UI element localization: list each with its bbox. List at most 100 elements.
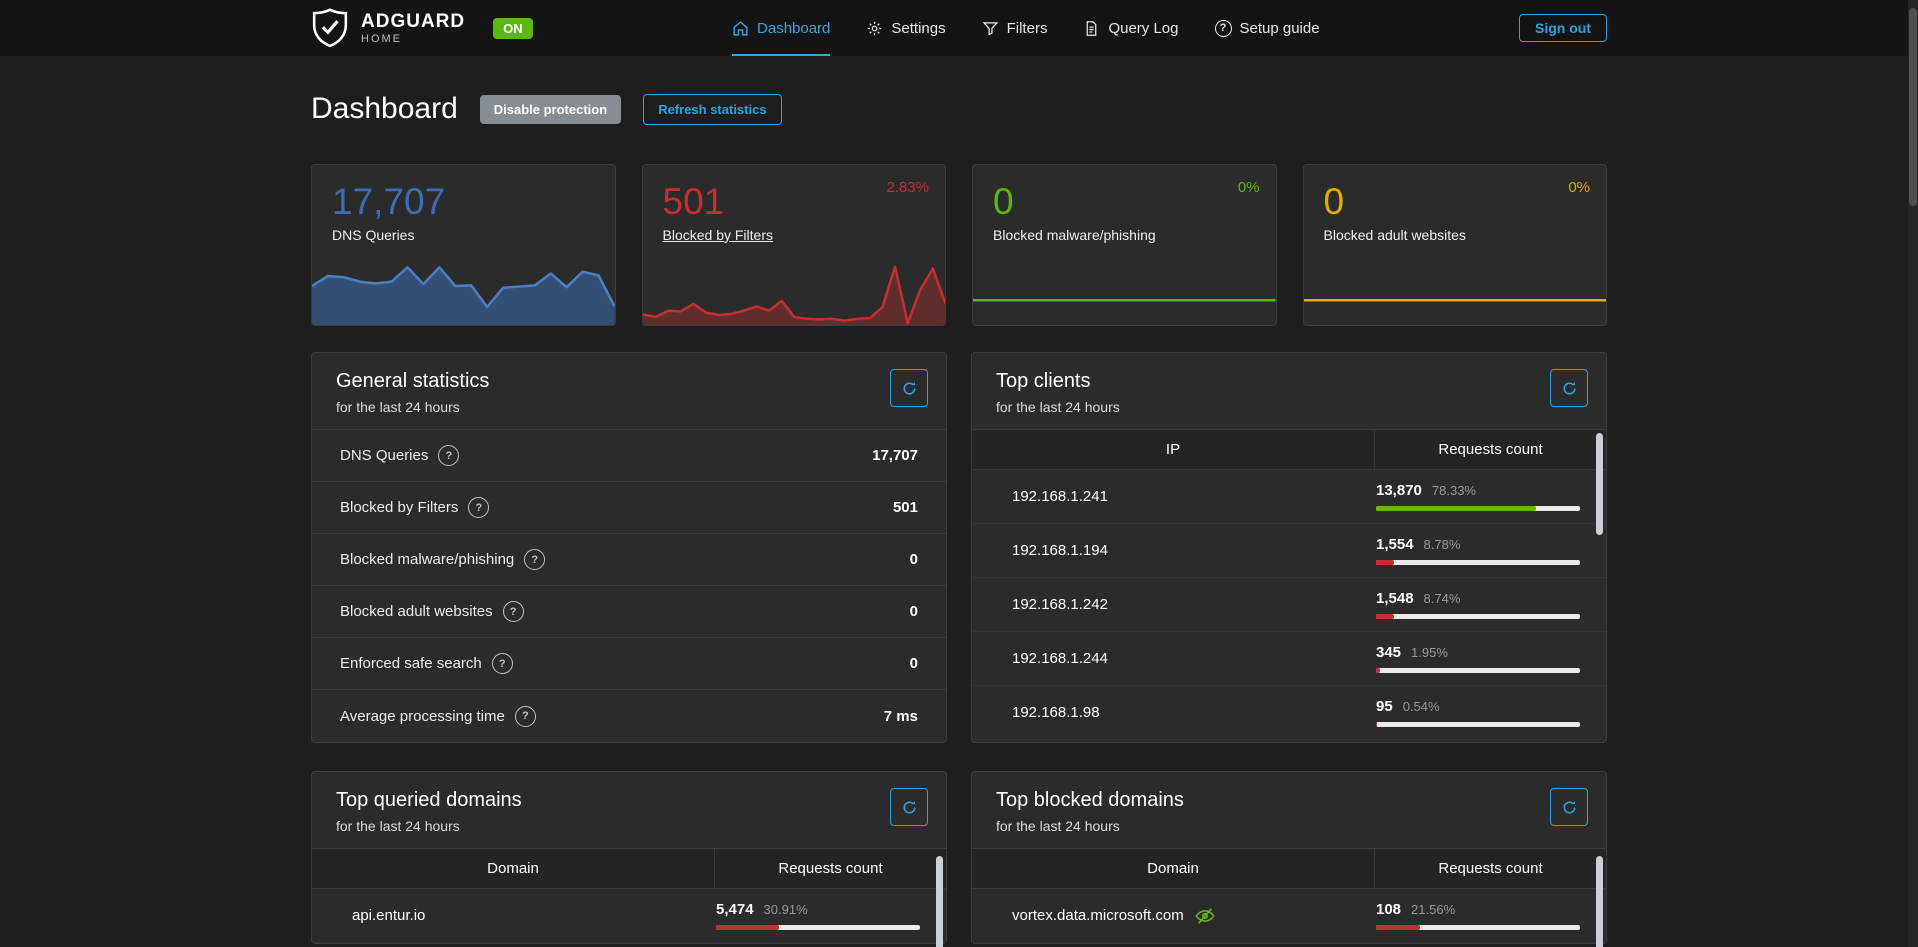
nav-item-filters[interactable]: Filters [982, 0, 1048, 56]
column-header-domain[interactable]: Domain [972, 849, 1374, 888]
request-percent: 78.33% [1432, 483, 1476, 498]
top-navbar: ADGUARD HOME ON Dashboard Settings [0, 0, 1918, 56]
help-circle-icon: ? [1215, 20, 1232, 37]
blocked-adult-sparkline [1304, 263, 1607, 325]
stat-label: Blocked adult websites [340, 603, 493, 620]
table-row: 192.168.1.194 1,554 8.78% [972, 524, 1606, 578]
request-percent: 8.78% [1424, 537, 1461, 552]
stat-label: Blocked malware/phishing [340, 551, 514, 568]
nav-item-dashboard[interactable]: Dashboard [732, 0, 830, 56]
requests-count-cell: 13,87078.33% [1374, 474, 1606, 519]
client-ip[interactable]: 192.168.1.241 [972, 488, 1374, 505]
stat-row: Blocked by Filters? 501 [312, 482, 946, 534]
general-statistics-panel: General statistics for the last 24 hours… [311, 352, 947, 743]
gear-icon [866, 20, 883, 37]
help-icon[interactable]: ? [438, 445, 459, 466]
stat-label: Blocked by Filters [340, 499, 458, 516]
table-header: Domain Requests count [312, 849, 946, 889]
stat-row: Enforced safe search? 0 [312, 638, 946, 690]
queried-domain[interactable]: api.entur.io [312, 907, 714, 924]
client-ip[interactable]: 192.168.1.244 [972, 650, 1374, 667]
progress-bar [1376, 925, 1580, 930]
column-header-requests-count[interactable]: Requests count [714, 849, 946, 888]
top-queried-scrollbar[interactable] [936, 856, 943, 947]
progress-bar [1376, 614, 1580, 619]
blocked-malware-card: 0% 0 Blocked malware/phishing [972, 164, 1277, 326]
page-scrollbar[interactable] [1908, 0, 1918, 947]
client-ip[interactable]: 192.168.1.242 [972, 596, 1374, 613]
nav-item-setup-guide[interactable]: ? Setup guide [1215, 0, 1320, 56]
blocked-malware-label: Blocked malware/phishing [993, 227, 1156, 243]
disable-protection-button[interactable]: Disable protection [480, 95, 621, 124]
stat-value: 0 [910, 603, 918, 620]
panel-subtitle: for the last 24 hours [336, 818, 922, 834]
requests-count-cell: 5,47430.91% [714, 893, 946, 938]
table-row: 192.168.1.98 950.54% [972, 686, 1606, 740]
help-icon[interactable]: ? [468, 497, 489, 518]
dns-queries-label: DNS Queries [332, 227, 414, 243]
stat-row: Average processing time? 7 ms [312, 690, 946, 742]
request-count: 108 [1376, 901, 1401, 918]
table-row: 192.168.1.244 345 1.95% [972, 632, 1606, 686]
help-icon[interactable]: ? [515, 706, 536, 727]
eye-slash-icon[interactable] [1194, 905, 1216, 927]
dns-queries-value: 17,707 [332, 181, 615, 224]
document-icon [1083, 20, 1100, 37]
blocked-filters-card: 2.83% 501 Blocked by Filters [642, 164, 947, 326]
panel-title: General statistics [336, 370, 922, 393]
table-header: IP Requests count [972, 430, 1606, 470]
refresh-icon [902, 800, 917, 815]
request-count: 5,474 [716, 901, 754, 918]
stat-cards-row: 17,707 DNS Queries 2.83% 501 Blocked by … [311, 164, 1607, 326]
refresh-top-blocked-button[interactable] [1550, 788, 1588, 826]
logo-title: ADGUARD [361, 12, 465, 31]
request-count: 345 [1376, 644, 1401, 661]
top-clients-scrollbar[interactable] [1596, 433, 1603, 535]
page-scrollbar-thumb[interactable] [1909, 8, 1917, 206]
blocked-adult-card: 0% 0 Blocked adult websites [1303, 164, 1608, 326]
adguard-logo: ADGUARD HOME ON [311, 7, 533, 49]
help-icon[interactable]: ? [492, 653, 513, 674]
nav-item-query-log[interactable]: Query Log [1083, 0, 1178, 56]
stat-value: 7 ms [884, 708, 918, 725]
sign-out-button[interactable]: Sign out [1519, 14, 1607, 42]
progress-bar [1376, 506, 1580, 511]
stat-value: 17,707 [872, 447, 918, 464]
stat-value: 0 [910, 551, 918, 568]
shield-check-icon [311, 7, 349, 49]
top-blocked-scrollbar[interactable] [1596, 856, 1603, 947]
table-row: 192.168.1.241 13,87078.33% [972, 470, 1606, 524]
blocked-domain[interactable]: vortex.data.microsoft.com [1012, 907, 1184, 924]
blocked-filters-link[interactable]: Blocked by Filters [663, 227, 773, 243]
requests-count-cell: 345 1.95% [1374, 636, 1606, 681]
request-percent: 1.95% [1411, 645, 1448, 660]
column-header-ip[interactable]: IP [972, 430, 1374, 469]
help-icon[interactable]: ? [503, 601, 524, 622]
request-count: 1,554 [1376, 536, 1414, 553]
dns-queries-card: 17,707 DNS Queries [311, 164, 616, 326]
top-blocked-domains-panel: Top blocked domains for the last 24 hour… [971, 771, 1607, 944]
stat-row: DNS Queries? 17,707 [312, 430, 946, 482]
blocked-malware-sparkline [973, 263, 1276, 325]
column-header-domain[interactable]: Domain [312, 849, 714, 888]
refresh-top-clients-button[interactable] [1550, 369, 1588, 407]
request-percent: 8.74% [1424, 591, 1461, 606]
refresh-statistics-button[interactable]: Refresh statistics [643, 94, 781, 125]
panel-title: Top blocked domains [996, 789, 1582, 812]
refresh-general-statistics-button[interactable] [890, 369, 928, 407]
refresh-top-queried-button[interactable] [890, 788, 928, 826]
blocked-malware-value: 0 [993, 181, 1276, 224]
client-ip[interactable]: 192.168.1.194 [972, 542, 1374, 559]
progress-bar [716, 925, 920, 930]
column-header-requests-count[interactable]: Requests count [1374, 430, 1606, 469]
help-icon[interactable]: ? [524, 549, 545, 570]
client-ip[interactable]: 192.168.1.98 [972, 704, 1374, 721]
column-header-requests-count[interactable]: Requests count [1374, 849, 1606, 888]
page-title: Dashboard [311, 92, 458, 126]
progress-bar [1376, 560, 1580, 565]
top-queried-domains-panel: Top queried domains for the last 24 hour… [311, 771, 947, 944]
refresh-icon [902, 381, 917, 396]
panel-title: Top clients [996, 370, 1582, 393]
nav-menu: Dashboard Settings Filters [533, 0, 1519, 56]
nav-item-settings[interactable]: Settings [866, 0, 945, 56]
